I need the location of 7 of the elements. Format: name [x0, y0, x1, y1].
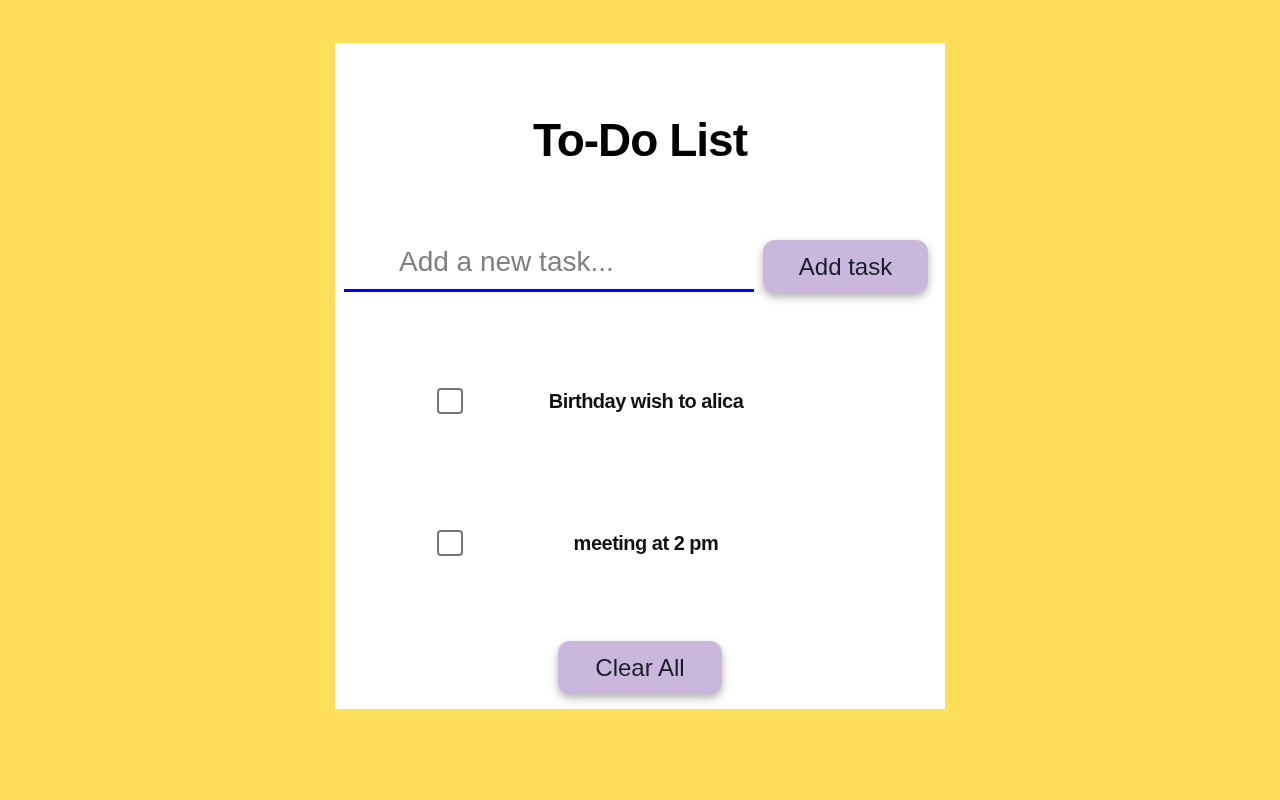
add-task-button[interactable]: Add task — [763, 240, 928, 293]
task-checkbox[interactable] — [437, 388, 463, 414]
clear-all-button[interactable]: Clear All — [558, 641, 722, 694]
task-text: meeting at 2 pm — [572, 531, 720, 555]
task-text: Birthday wish to alica — [547, 389, 745, 413]
task-checkbox[interactable] — [437, 530, 463, 556]
app-title: To-Do List — [533, 113, 747, 168]
